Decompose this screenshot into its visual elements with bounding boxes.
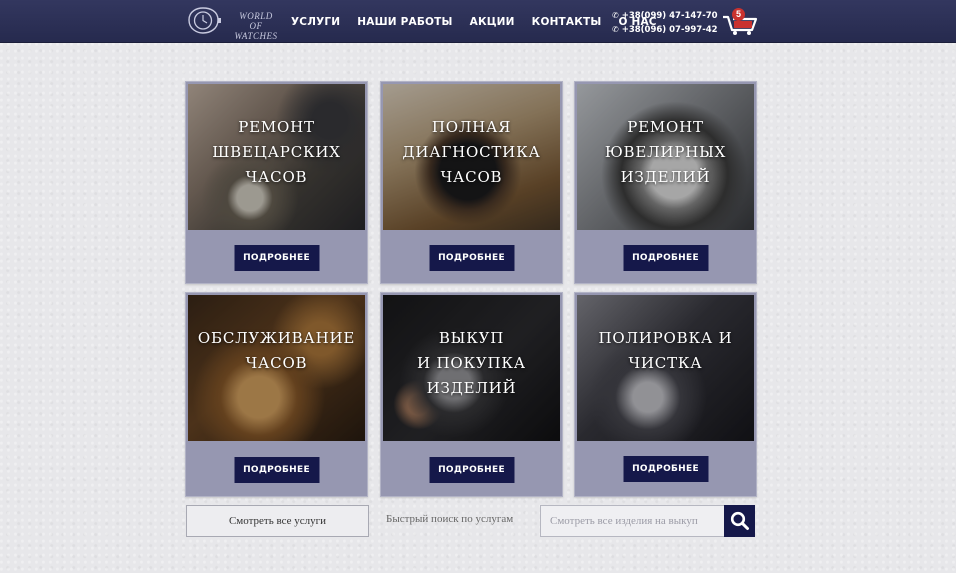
phone-numbers: ✆ +38(099) 47-147-70 ✆ +38(096) 07-997-42 <box>612 9 718 37</box>
logo-watch-icon[interactable] <box>185 5 222 36</box>
phone-line-2[interactable]: ✆ +38(096) 07-997-42 <box>612 23 718 37</box>
quick-search-label: Быстрый поиск по услугам <box>386 513 514 525</box>
service-card-jewelry-repair: РЕМОНТ ЮВЕЛИРНЫХ ИЗДЕЛИЙ ПОДРОБНЕЕ <box>574 81 757 284</box>
details-button[interactable]: ПОДРОБНЕЕ <box>429 245 514 271</box>
phone-number-1: +38(099) 47-147-70 <box>621 11 718 21</box>
service-title: РЕМОНТ ЮВЕЛИРНЫХ ИЗДЕЛИЙ <box>604 118 727 186</box>
cart-button[interactable]: 5 <box>721 8 759 36</box>
service-title: ПОЛИРОВКА И ЧИСТКА <box>598 329 733 372</box>
details-button[interactable]: ПОДРОБНЕЕ <box>623 245 708 271</box>
phone-line-1[interactable]: ✆ +38(099) 47-147-70 <box>612 9 718 23</box>
phone-number-2: +38(096) 07-997-42 <box>621 25 718 35</box>
service-card-polishing: ПОЛИРОВКА И ЧИСТКА ПОДРОБНЕЕ <box>574 292 757 497</box>
service-title: ВЫКУП И ПОКУПКА ИЗДЕЛИЙ <box>417 329 526 397</box>
view-all-services-button[interactable]: Смотреть все услуги <box>186 505 369 537</box>
cart-count-badge: 5 <box>732 8 745 21</box>
nav-item-promotions[interactable]: АКЦИИ <box>470 16 515 28</box>
phone-icon: ✆ <box>612 25 619 34</box>
service-card-diagnostics: ПОЛНАЯ ДИАГНОСТИКА ЧАСОВ ПОДРОБНЕЕ <box>380 81 563 284</box>
logo-text-line1: WORLD OF <box>239 11 273 31</box>
service-card-buyout: ВЫКУП И ПОКУПКА ИЗДЕЛИЙ ПОДРОБНЕЕ <box>380 292 563 497</box>
nav-item-our-works[interactable]: НАШИ РАБОТЫ <box>357 16 452 28</box>
service-card-swiss-repair: РЕМОНТ ШВЕЦАРСКИХ ЧАСОВ ПОДРОБНЕЕ <box>185 81 368 284</box>
logo-text[interactable]: WORLD OF WATCHES <box>233 11 279 41</box>
details-button[interactable]: ПОДРОБНЕЕ <box>623 456 708 482</box>
top-navbar: WORLD OF WATCHES УСЛУГИ НАШИ РАБОТЫ АКЦИ… <box>0 0 956 43</box>
details-button[interactable]: ПОДРОБНЕЕ <box>234 245 319 271</box>
service-card-maintenance: ОБСЛУЖИВАНИЕ ЧАСОВ ПОДРОБНЕЕ <box>185 292 368 497</box>
details-button[interactable]: ПОДРОБНЕЕ <box>234 457 319 483</box>
service-title: ОБСЛУЖИВАНИЕ ЧАСОВ <box>197 329 356 372</box>
logo-text-line2: WATCHES <box>234 31 278 41</box>
search-icon <box>730 511 749 530</box>
service-title: РЕМОНТ ШВЕЦАРСКИХ ЧАСОВ <box>212 118 341 186</box>
nav-item-contacts[interactable]: КОНТАКТЫ <box>532 16 602 28</box>
details-button[interactable]: ПОДРОБНЕЕ <box>429 457 514 483</box>
search-input[interactable] <box>540 505 725 537</box>
service-title: ПОЛНАЯ ДИАГНОСТИКА ЧАСОВ <box>402 118 541 186</box>
phone-icon: ✆ <box>612 11 619 20</box>
nav-item-services[interactable]: УСЛУГИ <box>291 16 340 28</box>
search-button[interactable] <box>724 505 755 537</box>
